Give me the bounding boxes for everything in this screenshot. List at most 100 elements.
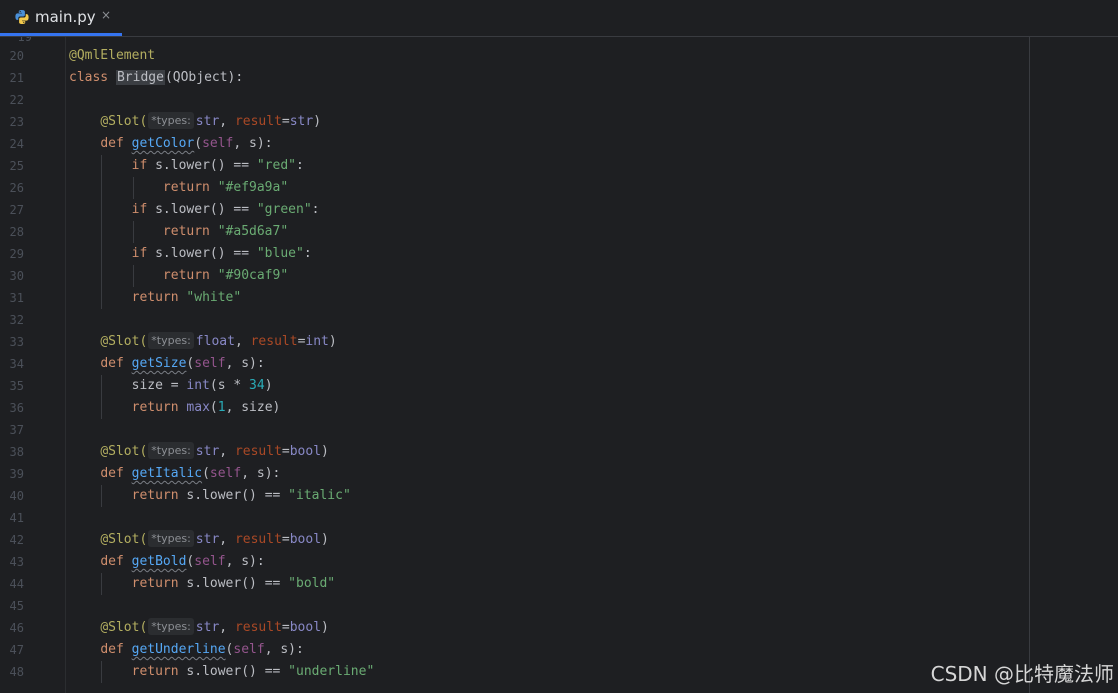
code-line[interactable]: 32 [0, 309, 1118, 331]
line-number: 27 [9, 203, 24, 217]
code-token: def [100, 136, 132, 151]
line-number: 35 [9, 379, 24, 393]
code-line[interactable]: 39 def getItalic(self, s): [0, 463, 1118, 485]
code-token: , size) [225, 400, 281, 415]
line-number: 44 [9, 577, 24, 591]
indent-guide [133, 265, 134, 287]
code-token: self [233, 642, 265, 657]
code-token: ) [328, 334, 337, 349]
code-token: result [250, 334, 298, 349]
line-number: 34 [9, 357, 24, 371]
code-text: if s.lower() == "green": [69, 199, 320, 221]
indent-guide [101, 661, 102, 683]
code-line[interactable]: 46 @Slot(*types: str, result=bool) [0, 617, 1118, 639]
code-line[interactable]: 23 @Slot(*types: str, result=str) [0, 111, 1118, 133]
line-number: 41 [9, 511, 24, 525]
parameter-hint: *types: [148, 530, 194, 547]
code-token: s.lower() == [186, 488, 289, 503]
code-token: , [219, 444, 235, 459]
code-token: self [194, 356, 226, 371]
code-line[interactable]: 29 if s.lower() == "blue": [0, 243, 1118, 265]
code-token: str [195, 532, 220, 547]
tab-main-py[interactable]: main.py × [0, 0, 122, 36]
code-token: 1 [217, 400, 226, 415]
line-number: 24 [9, 137, 24, 151]
code-line[interactable]: 33 @Slot(*types: float, result=int) [0, 331, 1118, 353]
code-line[interactable]: 28 return "#a5d6a7" [0, 221, 1118, 243]
code-token: s.lower() == [155, 202, 257, 217]
code-line[interactable]: 43 def getBold(self, s): [0, 551, 1118, 573]
code-text: if s.lower() == "red": [69, 155, 304, 177]
code-line[interactable]: 31 return "white" [0, 287, 1118, 309]
code-token: , [219, 114, 235, 129]
code-token: , s): [225, 554, 265, 569]
code-token: "#a5d6a7" [217, 224, 289, 239]
code-line[interactable]: 22 [0, 89, 1118, 111]
code-line[interactable]: 44 return s.lower() == "bold" [0, 573, 1118, 595]
indent-guide [101, 155, 102, 309]
code-token: return [131, 400, 187, 415]
code-token: def [100, 356, 132, 371]
code-line[interactable]: 30 return "#90caf9" [0, 265, 1118, 287]
code-line[interactable]: 45 [0, 595, 1118, 617]
code-line[interactable]: 42 @Slot(*types: str, result=bool) [0, 529, 1118, 551]
code-token: "italic" [288, 488, 351, 503]
code-token: @Slot( [100, 620, 148, 635]
editor-tab-bar: main.py × [0, 0, 1118, 37]
line-number: 39 [9, 467, 24, 481]
code-token: bool [289, 532, 322, 547]
parameter-hint: *types: [148, 618, 194, 635]
code-line[interactable]: 37 [0, 419, 1118, 441]
code-token: "bold" [288, 576, 336, 591]
code-line[interactable]: 40 return s.lower() == "italic" [0, 485, 1118, 507]
code-line[interactable]: 20 @QmlElement [0, 45, 1118, 67]
code-token: bool [289, 444, 322, 459]
code-token: str [289, 114, 314, 129]
code-line[interactable]: 24 def getColor(self, s): [0, 133, 1118, 155]
code-token: return [162, 268, 218, 283]
code-line[interactable]: 35 size = int(s * 34) [0, 375, 1118, 397]
code-token: result [234, 444, 282, 459]
parameter-hint: *types: [148, 442, 194, 459]
code-token: return [131, 576, 187, 591]
code-token: , s): [241, 466, 281, 481]
code-line[interactable]: 26 return "#ef9a9a" [0, 177, 1118, 199]
code-token: ) [264, 378, 273, 393]
code-token: if [131, 246, 156, 261]
code-token: def [100, 642, 132, 657]
code-token: ( [194, 136, 203, 151]
line-number: 28 [9, 225, 24, 239]
code-line[interactable]: 25 if s.lower() == "red": [0, 155, 1118, 177]
code-line[interactable]: 36 return max(1, size) [0, 397, 1118, 419]
code-token: "underline" [288, 664, 375, 679]
indent-guide [101, 375, 102, 419]
close-tab-icon[interactable]: × [101, 8, 111, 22]
indent-guide [101, 573, 102, 595]
code-line[interactable]: 27 if s.lower() == "green": [0, 199, 1118, 221]
code-line[interactable]: 41 [0, 507, 1118, 529]
line-number: 47 [9, 643, 24, 657]
line-number: 36 [9, 401, 24, 415]
code-token: float [195, 334, 235, 349]
code-editor[interactable]: 19 20 @QmlElement 21 class Bridge(QObject):… [0, 37, 1118, 693]
python-file-icon [15, 10, 29, 24]
code-token: = [281, 114, 290, 129]
code-token: int [305, 334, 329, 349]
function-name: getBold [131, 554, 187, 569]
code-line[interactable]: 21 class Bridge(QObject): [0, 67, 1118, 89]
code-token: if [131, 158, 156, 173]
code-token: ) [313, 114, 322, 129]
parameter-hint: *types: [148, 112, 194, 129]
code-token: @Slot( [100, 532, 148, 547]
code-token: s.lower() == [186, 664, 289, 679]
line-number: 30 [9, 269, 24, 283]
code-line[interactable]: 38 @Slot(*types: str, result=bool) [0, 441, 1118, 463]
line-number: 20 [9, 49, 24, 63]
code-line[interactable]: 34 def getSize(self, s): [0, 353, 1118, 375]
